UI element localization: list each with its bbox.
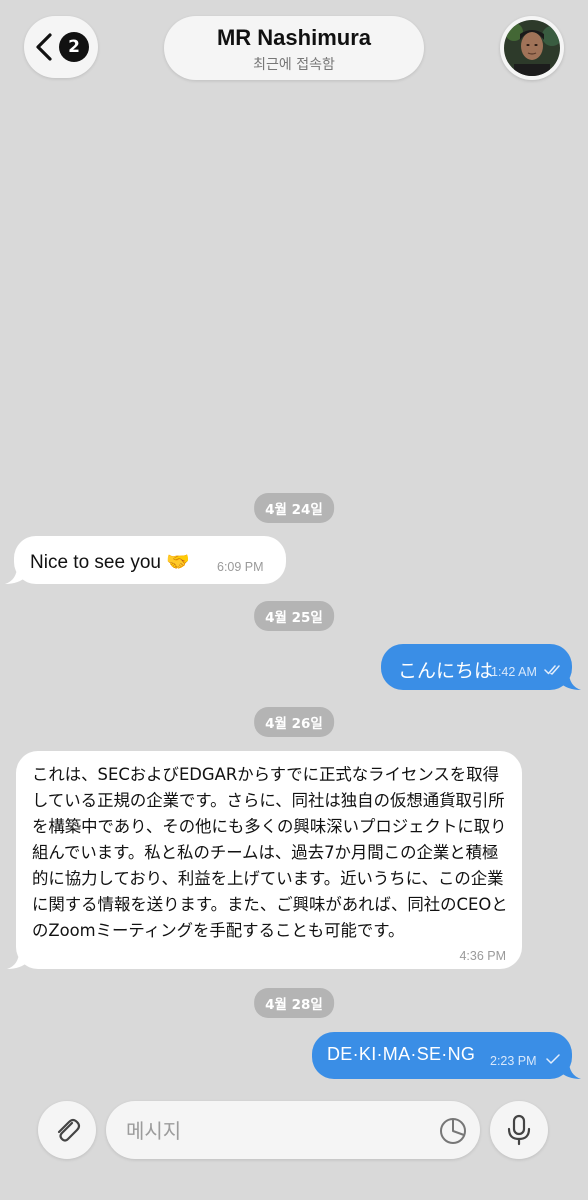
message-text: DE·KI·MA·SE·NG [327,1044,476,1064]
double-check-icon [544,665,560,675]
attach-button[interactable] [38,1101,96,1159]
incoming-message[interactable]: Nice to see you 🤝 6:09 PM [5,536,286,584]
single-check-icon [546,1054,560,1064]
avatar[interactable] [500,16,564,80]
bubble-tail [7,951,29,969]
outgoing-message[interactable]: こんにちは 1:42 AM [381,644,581,690]
date-separator: 4월 24일 [254,493,334,523]
sticker-icon[interactable] [438,1116,468,1146]
message-input[interactable] [124,1113,428,1149]
back-button[interactable]: 2 [24,16,98,78]
paperclip-icon [57,1118,81,1142]
last-seen-status: 최근에 접속함 [253,57,335,73]
message-time: 1:42 AM [491,665,537,679]
message-time: 2:23 PM [490,1054,537,1068]
outgoing-message[interactable]: DE·KI·MA·SE·NG 2:23 PM [312,1032,581,1079]
bubble-tail [559,1061,581,1079]
incoming-message[interactable]: これは、SECおよびEDGARからすでに正式なライセンスを取得している正規の企業… [7,751,522,969]
message-composer [106,1101,480,1159]
chevron-left-icon [36,33,52,61]
date-separator: 4월 26일 [254,707,334,737]
contact-avatar-icon [504,20,560,76]
microphone-icon [507,1114,531,1146]
message-text: こんにちは [398,660,494,682]
date-separator: 4월 28일 [254,988,334,1018]
unread-count-badge: 2 [59,32,89,62]
chat-title[interactable]: MR Nashimura 최근에 접속함 [164,16,424,80]
bubble-tail [559,672,581,690]
date-separator: 4월 25일 [254,601,334,631]
bubble-tail [5,566,27,584]
message-text: Nice to see you 🤝 [30,552,190,573]
message-time: 4:36 PM [459,949,506,963]
message-time: 6:09 PM [217,560,264,574]
contact-name: MR Nashimura [216,25,372,50]
message-text: これは、SECおよびEDGARからすでに正式なライセンスを取得している正規の企業… [32,765,508,940]
voice-message-button[interactable] [490,1101,548,1159]
